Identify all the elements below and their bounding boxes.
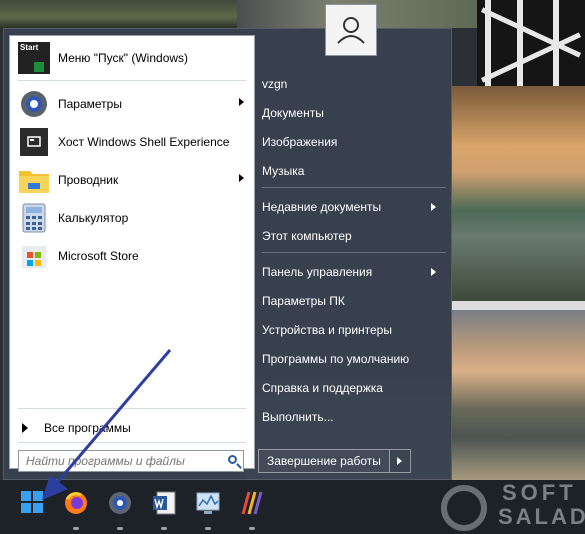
right-item-control-panel[interactable]: Панель управления	[262, 260, 446, 284]
submenu-arrow-icon	[239, 174, 244, 182]
search-box[interactable]	[18, 450, 244, 472]
program-label: Microsoft Store	[58, 249, 139, 263]
program-item-settings[interactable]: Параметры	[12, 86, 252, 122]
right-item-pictures[interactable]: Изображения	[262, 130, 446, 154]
program-item-start-menu[interactable]: Start Меню "Пуск" (Windows)	[12, 40, 252, 76]
folder-icon	[18, 164, 50, 196]
watermark-logo: SOFT SALAD	[430, 478, 585, 534]
program-label: Калькулятор	[58, 211, 129, 225]
shutdown-label: Завершение работы	[267, 454, 381, 468]
program-label: Параметры	[58, 97, 122, 111]
program-item-store[interactable]: Microsoft Store	[12, 238, 252, 274]
all-programs-button[interactable]: Все программы	[12, 416, 252, 440]
wallpaper-tile	[452, 301, 585, 310]
right-item-user-folder[interactable]: vzgn	[262, 72, 446, 96]
taskbar-word[interactable]	[147, 490, 181, 530]
running-indicator	[73, 527, 79, 530]
right-item-label: Документы	[262, 106, 324, 120]
running-indicator	[117, 527, 123, 530]
right-item-default-programs[interactable]: Программы по умолчанию	[262, 347, 446, 371]
separator	[262, 187, 446, 188]
right-item-label: Изображения	[262, 135, 338, 149]
wallpaper-tile	[0, 0, 237, 28]
right-item-pc-settings[interactable]: Параметры ПК	[262, 289, 446, 313]
program-label: Проводник	[58, 173, 119, 187]
monitor-icon	[196, 492, 220, 514]
right-item-label: Музыка	[262, 164, 305, 178]
right-item-help-support[interactable]: Справка и поддержка	[262, 376, 446, 400]
search-icon[interactable]	[228, 455, 237, 464]
right-item-documents[interactable]: Документы	[262, 101, 446, 125]
program-item-shell-experience[interactable]: Хост Windows Shell Experience	[12, 124, 252, 160]
right-item-label: Устройства и принтеры	[262, 323, 392, 337]
settings-gear-icon	[18, 88, 50, 120]
right-item-label: Параметры ПК	[262, 294, 345, 308]
taskbar-resource-monitor[interactable]	[191, 490, 225, 530]
submenu-arrow-icon	[431, 203, 436, 211]
taskbar-settings[interactable]	[103, 490, 137, 530]
chevron-right-icon	[397, 457, 403, 465]
right-item-label: Панель управления	[262, 265, 373, 279]
separator	[18, 408, 246, 409]
start-tile-text: Start	[20, 43, 39, 52]
right-item-label: Выполнить...	[262, 410, 334, 424]
taskbar-app[interactable]	[235, 490, 269, 530]
store-icon	[18, 240, 50, 272]
program-item-calculator[interactable]: Калькулятор	[12, 200, 252, 236]
shell-experience-icon	[18, 126, 50, 158]
right-item-recent-documents[interactable]: Недавние документы	[262, 195, 446, 219]
taskbar-firefox[interactable]	[59, 490, 93, 530]
expand-arrow-icon	[22, 423, 28, 433]
wallpaper-tile-landscape	[452, 86, 585, 301]
start-menu-app-icon: Start	[18, 42, 50, 74]
separator	[18, 442, 246, 443]
running-indicator	[161, 527, 167, 530]
wallpaper-tile-tower	[477, 0, 585, 86]
calculator-icon	[18, 202, 50, 234]
taskbar-start-button[interactable]	[15, 490, 49, 530]
program-label: Меню "Пуск" (Windows)	[58, 51, 189, 65]
programs-pane: Start Меню "Пуск" (Windows) Параметры Хо…	[9, 35, 255, 472]
watermark-line2: SALAD	[498, 504, 585, 529]
right-item-devices-printers[interactable]: Устройства и принтеры	[262, 318, 446, 342]
right-item-label: Программы по умолчанию	[262, 352, 410, 366]
search-input[interactable]	[24, 453, 218, 469]
settings-icon	[109, 492, 131, 514]
program-label: Хост Windows Shell Experience	[58, 135, 230, 149]
right-item-music[interactable]: Музыка	[262, 159, 446, 183]
separator	[262, 252, 446, 253]
watermark-line1: SOFT	[502, 480, 577, 505]
right-item-label: Этот компьютер	[262, 229, 352, 243]
firefox-icon	[65, 492, 87, 514]
program-item-explorer[interactable]: Проводник	[12, 162, 252, 198]
separator	[18, 80, 246, 81]
right-item-label: Недавние документы	[262, 200, 382, 214]
stripes-app-icon	[241, 491, 263, 515]
right-item-label: Справка и поддержка	[262, 381, 383, 395]
word-icon	[153, 491, 176, 515]
shutdown-options-button[interactable]	[389, 449, 411, 473]
submenu-arrow-icon	[431, 268, 436, 276]
shutdown-group: Завершение работы	[258, 449, 411, 473]
user-avatar[interactable]	[325, 4, 377, 56]
right-item-this-pc[interactable]: Этот компьютер	[262, 224, 446, 248]
running-indicator	[205, 527, 211, 530]
right-item-label: vzgn	[262, 77, 288, 91]
shutdown-button[interactable]: Завершение работы	[258, 449, 390, 473]
windows-logo-icon	[21, 491, 43, 513]
user-silhouette-icon	[337, 17, 365, 44]
submenu-arrow-icon	[239, 98, 244, 106]
all-programs-label: Все программы	[44, 421, 131, 435]
running-indicator	[249, 527, 255, 530]
wallpaper-tile-mountain	[452, 310, 585, 480]
watermark-emblem	[441, 485, 487, 531]
right-item-run[interactable]: Выполнить...	[262, 405, 446, 429]
